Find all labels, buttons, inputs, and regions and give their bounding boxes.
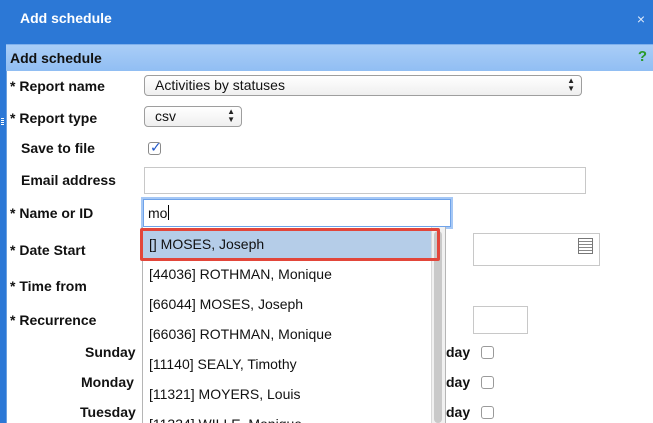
- autocomplete-option[interactable]: [44036] ROTHMAN, Monique: [143, 259, 431, 289]
- chevron-updown-icon: ▲ ▼: [227, 107, 235, 124]
- date-start-input[interactable]: [473, 233, 600, 266]
- date-start-label: * Date Start: [10, 242, 86, 258]
- dialog-left-border: [6, 44, 7, 423]
- help-icon[interactable]: ?: [638, 48, 647, 65]
- recurrence-label: * Recurrence: [10, 312, 97, 328]
- monday-label: Monday: [81, 374, 134, 390]
- email-address-label: Email address: [21, 172, 116, 188]
- dialog-titlebar: Add schedule ×: [0, 0, 653, 44]
- autocomplete-option[interactable]: [11334] WILLE, Monique: [143, 409, 431, 423]
- report-name-label: * Report name: [10, 78, 105, 94]
- text-caret: [168, 205, 170, 220]
- chevron-updown-icon: ▲ ▼: [567, 76, 575, 93]
- day-checkbox[interactable]: [481, 376, 494, 389]
- autocomplete-option[interactable]: [11140] SEALY, Timothy: [143, 349, 431, 379]
- report-name-value: Activities by statuses: [155, 77, 285, 93]
- sunday-label: Sunday: [85, 344, 136, 360]
- day-checkbox[interactable]: [481, 406, 494, 419]
- report-type-select[interactable]: csv ▲ ▼: [144, 106, 242, 127]
- scrollbar-thumb[interactable]: [434, 231, 442, 423]
- dropdown-scrollbar[interactable]: [431, 227, 445, 423]
- day-suffix-label: day: [446, 344, 471, 360]
- form-title: Add schedule: [10, 50, 102, 66]
- autocomplete-option[interactable]: [66036] ROTHMAN, Monique: [143, 319, 431, 349]
- report-type-value: csv: [155, 108, 176, 124]
- form-header: Add schedule ?: [6, 44, 653, 71]
- day-suffix-label: day: [446, 404, 471, 420]
- checkmark-icon: ✓: [150, 139, 162, 155]
- resize-handle[interactable]: [1, 118, 4, 126]
- autocomplete-option[interactable]: [66044] MOSES, Joseph: [143, 289, 431, 319]
- name-or-id-input[interactable]: mo: [143, 199, 451, 227]
- report-name-select[interactable]: Activities by statuses ▲ ▼: [144, 75, 582, 96]
- autocomplete-dropdown: [] MOSES, Joseph [44036] ROTHMAN, Moniqu…: [142, 227, 446, 423]
- email-address-input[interactable]: [144, 167, 586, 194]
- tuesday-label: Tuesday: [80, 404, 136, 420]
- name-or-id-value: mo: [148, 205, 168, 221]
- dialog-title: Add schedule: [20, 10, 112, 26]
- autocomplete-option[interactable]: [] MOSES, Joseph: [143, 229, 431, 259]
- calendar-icon[interactable]: [578, 238, 593, 254]
- close-icon[interactable]: ×: [637, 11, 645, 27]
- time-from-label: * Time from: [10, 278, 87, 294]
- name-or-id-label: * Name or ID: [10, 205, 94, 221]
- recurrence-input[interactable]: [473, 306, 528, 334]
- report-type-label: * Report type: [10, 110, 98, 126]
- day-suffix-label: day: [446, 374, 471, 390]
- day-checkbox[interactable]: [481, 346, 494, 359]
- autocomplete-option[interactable]: [11321] MOYERS, Louis: [143, 379, 431, 409]
- save-to-file-label: Save to file: [21, 140, 95, 156]
- save-to-file-checkbox[interactable]: ✓: [148, 139, 162, 155]
